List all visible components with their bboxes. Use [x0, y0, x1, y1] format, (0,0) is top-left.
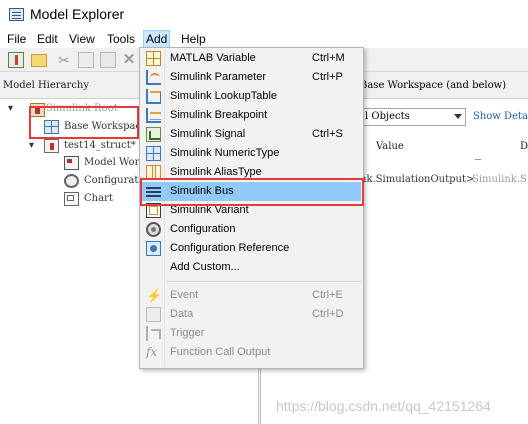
- add-model-icon[interactable]: [8, 52, 24, 68]
- menu-item-label: Trigger: [170, 327, 205, 339]
- menu-separator: [167, 281, 361, 282]
- menu-item-shortcut: Ctrl+E: [312, 289, 343, 301]
- menu-item-simulink-signal[interactable]: Simulink Signal Ctrl+S: [142, 125, 361, 144]
- menu-item-label: Add Custom...: [170, 261, 240, 273]
- object-filter-select[interactable]: l Objects: [360, 108, 466, 126]
- chevron-down-icon: [454, 114, 462, 119]
- simulink-parameter-icon: [146, 70, 161, 85]
- tree-label: Chart: [84, 193, 113, 204]
- menu-item-data[interactable]: Data Ctrl+D: [142, 305, 361, 324]
- menu-item-shortcut: Ctrl+S: [312, 128, 343, 140]
- menu-item-shortcut: Ctrl+M: [312, 52, 345, 64]
- highlight-box-simulink-bus: [140, 178, 364, 206]
- menu-item-event[interactable]: ⚡ Event Ctrl+E: [142, 286, 361, 305]
- menu-add[interactable]: Add: [143, 30, 171, 48]
- menu-item-label: Configuration Reference: [170, 242, 290, 254]
- menu-help[interactable]: Help: [179, 30, 208, 48]
- tree-node-chart[interactable]: Chart: [0, 190, 140, 208]
- trigger-icon: [146, 326, 161, 341]
- configuration-icon: [64, 174, 79, 188]
- menu-item-label: Data: [170, 308, 194, 320]
- menu-item-simulink-numerictype[interactable]: Simulink NumericType: [142, 144, 361, 163]
- tree-node-test14-struct[interactable]: ▾ test14_struct*: [0, 137, 140, 155]
- open-folder-icon[interactable]: [31, 54, 47, 67]
- chart-icon: [64, 192, 79, 206]
- menu-item-label: Function Call Output: [170, 346, 271, 358]
- cut-icon[interactable]: ✂: [56, 52, 72, 68]
- tree-label: test14_struct*: [64, 140, 136, 151]
- menu-item-add-custom[interactable]: Add Custom...: [142, 258, 361, 277]
- menu-edit[interactable]: Edit: [35, 30, 60, 48]
- data-icon: [146, 307, 161, 322]
- menu-item-function-call-output[interactable]: fx Function Call Output: [142, 343, 361, 362]
- menu-item-configuration-reference[interactable]: Configuration Reference: [142, 239, 361, 258]
- menu-bar: File Edit View Tools Add Help: [0, 30, 528, 48]
- copy-icon[interactable]: [78, 52, 94, 68]
- menu-file[interactable]: File: [5, 30, 28, 48]
- cell-value[interactable]: nk.SimulationOutput>: [360, 174, 474, 185]
- model-explorer-icon: [9, 8, 24, 21]
- row-separator: [475, 159, 481, 160]
- column-header-value[interactable]: Value: [376, 141, 404, 152]
- breakpoint-icon: [146, 108, 161, 123]
- event-icon: ⚡: [146, 288, 163, 303]
- menu-item-configuration[interactable]: Configuration: [142, 220, 361, 239]
- menu-item-label: Simulink Parameter: [170, 71, 266, 83]
- model-workspace-icon: [64, 156, 79, 170]
- show-details-link[interactable]: Show Detail: [473, 111, 528, 122]
- chevron-down-icon[interactable]: ▾: [8, 104, 18, 114]
- menu-item-shortcut: Ctrl+D: [312, 308, 344, 320]
- menu-item-trigger[interactable]: Trigger: [142, 324, 361, 343]
- menu-item-label: Simulink Signal: [170, 128, 246, 140]
- menu-item-label: Simulink LookupTable: [170, 90, 278, 102]
- chevron-down-icon[interactable]: ▾: [29, 141, 39, 151]
- menu-item-simulink-lookuptable[interactable]: Simulink LookupTable: [142, 87, 361, 106]
- menu-tools[interactable]: Tools: [105, 30, 137, 48]
- title-bar: Model Explorer: [0, 0, 528, 30]
- menu-item-shortcut: Ctrl+P: [312, 71, 343, 83]
- tree-node-configuration[interactable]: Configuratio: [0, 172, 148, 190]
- window-title: Model Explorer: [30, 6, 125, 22]
- column-header-data[interactable]: Da: [520, 141, 528, 152]
- menu-item-label: Simulink NumericType: [170, 147, 280, 159]
- paste-icon[interactable]: [100, 52, 116, 68]
- menu-item-label: MATLAB Variable: [170, 52, 256, 64]
- configuration-icon: [146, 222, 161, 237]
- function-call-icon: fx: [146, 345, 158, 359]
- menu-item-simulink-breakpoint[interactable]: Simulink Breakpoint: [142, 106, 361, 125]
- watermark-text: https://blog.csdn.net/qq_42151264: [276, 398, 491, 414]
- signal-icon: [146, 127, 161, 142]
- add-menu: MATLAB Variable Ctrl+M Simulink Paramete…: [139, 47, 364, 369]
- tree-node-model-workspace[interactable]: Model Works: [0, 154, 151, 172]
- menu-item-label: Configuration: [170, 223, 236, 235]
- cell-data[interactable]: Simulink.S: [472, 174, 527, 185]
- model-icon: [44, 139, 59, 153]
- lookup-table-icon: [146, 89, 161, 104]
- object-filter-value: l Objects: [365, 111, 410, 122]
- highlight-box-base-workspace: [29, 106, 139, 139]
- menu-view[interactable]: View: [67, 30, 97, 48]
- menu-item-label: Event: [170, 289, 199, 301]
- numeric-type-icon: [146, 146, 161, 161]
- menu-item-matlab-variable[interactable]: MATLAB Variable Ctrl+M: [142, 49, 361, 68]
- delete-icon[interactable]: ✕: [121, 52, 137, 68]
- menu-item-simulink-parameter[interactable]: Simulink Parameter Ctrl+P: [142, 68, 361, 87]
- menu-item-label: Simulink Breakpoint: [170, 109, 268, 121]
- matlab-variable-icon: [146, 51, 161, 66]
- configuration-reference-icon: [146, 241, 161, 256]
